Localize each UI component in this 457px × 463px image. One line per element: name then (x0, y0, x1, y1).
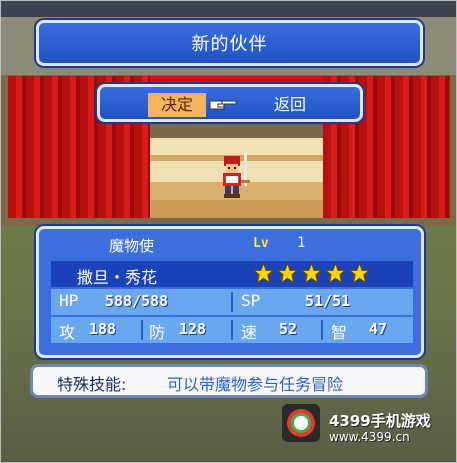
name-row: 撒旦・秀花 (51, 261, 413, 287)
stat-divider (231, 320, 233, 340)
stat-divider (231, 292, 233, 312)
hero-sprite (223, 152, 250, 198)
stat-divider (321, 320, 323, 340)
top-status-strip (1, 1, 456, 17)
defense-value: 128 (179, 320, 207, 338)
skill-label: 特殊技能: (57, 375, 127, 394)
star-rating (253, 262, 370, 284)
page-title: 新的伙伴 (191, 34, 268, 55)
special-skill-bar: 特殊技能: 可以带魔物参与任务冒险 (30, 364, 428, 398)
sp-label: SP (241, 291, 261, 310)
stat-row-attributes: 攻 188 防 128 速 52 智 47 (51, 317, 413, 343)
star-icon (325, 262, 346, 284)
skill-description: 可以带魔物参与任务冒险 (167, 375, 344, 394)
brand-logo-icon (282, 404, 320, 442)
star-icon (253, 262, 274, 284)
stat-divider (141, 320, 143, 340)
level-value: 1 (297, 235, 306, 251)
stat-row-hp-sp: HP 588/588 SP 51/51 (51, 289, 413, 315)
choice-bar: 决定 返回 (97, 84, 363, 122)
defense-label: 防 (149, 323, 166, 342)
attack-value: 188 (89, 320, 117, 338)
stage-floor-shadow (150, 200, 323, 218)
star-icon (277, 262, 298, 284)
speed-label: 速 (241, 323, 258, 342)
decide-button[interactable]: 决定 (148, 93, 206, 117)
star-icon (349, 262, 370, 284)
attack-label: 攻 (59, 323, 76, 342)
character-stats-panel: 魔物使 Lv 1 撒旦・秀花 HP 588/588 SP 51/51 攻 188… (36, 226, 424, 358)
character-name: 撒旦・秀花 (77, 268, 158, 287)
level-label: Lv (253, 236, 269, 251)
title-banner: 新的伙伴 (36, 20, 423, 66)
speed-value: 52 (279, 320, 298, 338)
job-label: 魔物使 (109, 237, 155, 255)
pointing-hand-icon (209, 100, 237, 110)
hp-label: HP (59, 291, 79, 310)
brand-url: www.4399.cn (329, 430, 410, 444)
intelligence-value: 47 (369, 320, 388, 338)
sp-value: 51/51 (305, 292, 351, 310)
brand-name: 4399手机游戏 (329, 412, 431, 430)
star-icon (301, 262, 322, 284)
intelligence-label: 智 (331, 323, 348, 342)
hp-value: 588/588 (105, 292, 169, 310)
back-button[interactable]: 返回 (260, 93, 320, 117)
